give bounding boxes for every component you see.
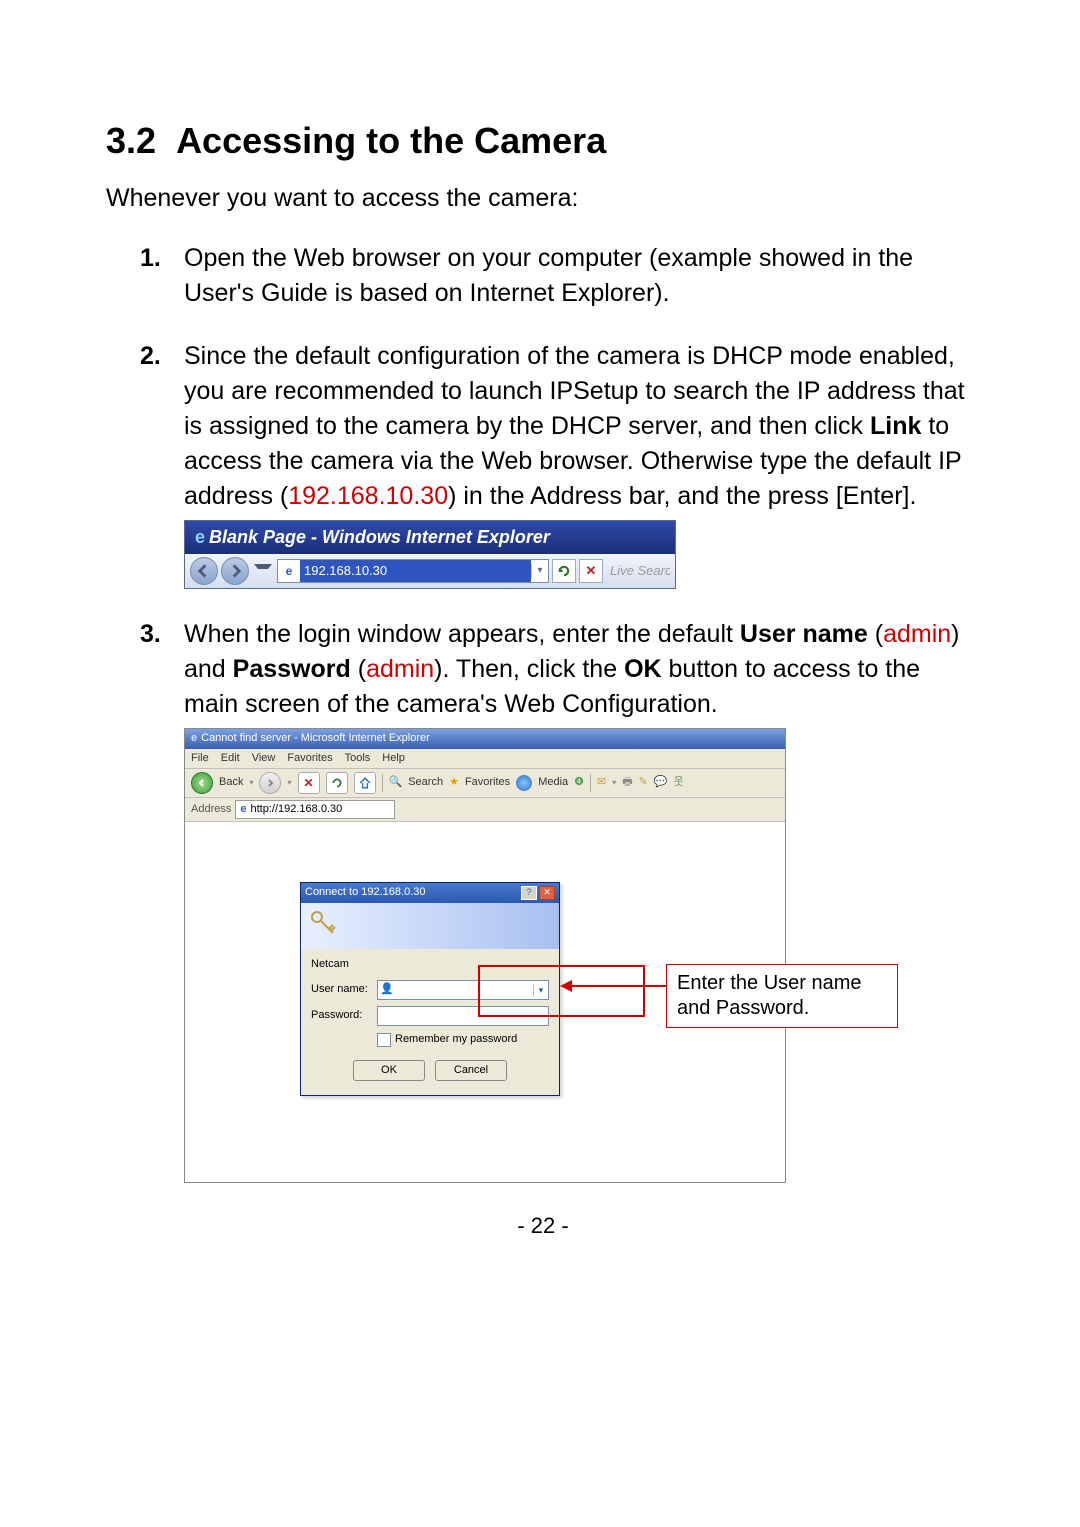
ie6-toolbar: Back ▾ ▾ ✕ 🔍 bbox=[185, 769, 785, 798]
person-icon: 👤 bbox=[378, 982, 396, 997]
ie-address-bar-screenshot: eBlank Page - Windows Internet Explorer … bbox=[184, 520, 676, 589]
login-dialog: Connect to 192.168.0.30 ? ✕ bbox=[300, 882, 560, 1096]
username-dropdown-icon[interactable]: ▾ bbox=[533, 984, 548, 997]
search-icon[interactable]: 🔍 bbox=[389, 775, 403, 790]
messenger-icon[interactable]: 웃 bbox=[674, 775, 684, 790]
page-number: - 22 - bbox=[106, 1213, 980, 1239]
step-2: 2.Since the default configuration of the… bbox=[178, 339, 980, 589]
password-input[interactable] bbox=[377, 1006, 549, 1026]
home-button[interactable] bbox=[354, 772, 376, 794]
login-dialog-title-bar: Connect to 192.168.0.30 ? ✕ bbox=[301, 883, 559, 902]
ie-logo-icon: e bbox=[195, 527, 205, 547]
menu-favorites[interactable]: Favorites bbox=[287, 751, 332, 766]
ie6-address-field[interactable]: e http://192.168.0.30 bbox=[235, 800, 395, 819]
address-dropdown-icon[interactable]: ▾ bbox=[531, 564, 548, 578]
forward-button[interactable] bbox=[259, 772, 281, 794]
step-1: 1.Open the Web browser on your computer … bbox=[178, 241, 980, 311]
address-value: 192.168.10.30 bbox=[300, 560, 531, 582]
ie6-title-bar: e Cannot find server - Microsoft Interne… bbox=[185, 729, 785, 748]
menu-tools[interactable]: Tools bbox=[345, 751, 371, 766]
favorites-icon[interactable]: ★ bbox=[449, 775, 459, 790]
username-label: User name: bbox=[311, 982, 371, 997]
arrow-line bbox=[572, 985, 666, 987]
menu-view[interactable]: View bbox=[252, 751, 276, 766]
ie-logo-icon: e bbox=[191, 731, 197, 746]
address-label: Address bbox=[191, 802, 231, 817]
history-icon[interactable]: ❹ bbox=[574, 775, 584, 790]
back-button[interactable] bbox=[190, 557, 218, 585]
forward-button[interactable] bbox=[221, 557, 249, 585]
remember-checkbox[interactable] bbox=[377, 1033, 391, 1047]
toolbar-search-label[interactable]: Search bbox=[408, 775, 443, 790]
refresh-button[interactable] bbox=[326, 772, 348, 794]
username-input[interactable]: 👤 ▾ bbox=[377, 980, 549, 1000]
help-button[interactable]: ? bbox=[521, 886, 537, 900]
stop-button[interactable]: ✕ bbox=[579, 559, 603, 583]
arrow-head-icon bbox=[560, 980, 572, 992]
refresh-go-button[interactable] bbox=[552, 559, 576, 583]
toolbar-favorites-label[interactable]: Favorites bbox=[465, 775, 510, 790]
ok-button[interactable]: OK bbox=[353, 1060, 425, 1081]
toolbar-media-label[interactable]: Media bbox=[538, 775, 568, 790]
page-icon: e bbox=[240, 802, 246, 817]
page-icon: e bbox=[278, 563, 300, 580]
remember-label: Remember my password bbox=[395, 1032, 517, 1047]
discuss-icon[interactable]: 💬 bbox=[654, 775, 668, 790]
step-3: 3.When the login window appears, enter t… bbox=[178, 617, 980, 1183]
section-heading: 3.2 Accessing to the Camera bbox=[106, 120, 980, 162]
menu-help[interactable]: Help bbox=[382, 751, 405, 766]
login-realm: Netcam bbox=[311, 957, 549, 972]
address-field[interactable]: e 192.168.10.30 ▾ bbox=[277, 559, 549, 583]
stop-button[interactable]: ✕ bbox=[298, 772, 320, 794]
mail-icon[interactable]: ✉ bbox=[597, 775, 606, 790]
back-button[interactable] bbox=[191, 772, 213, 794]
media-icon[interactable] bbox=[516, 775, 532, 791]
ie-title-bar: eBlank Page - Windows Internet Explorer bbox=[185, 521, 675, 554]
ie6-menu-bar[interactable]: File Edit View Favorites Tools Help bbox=[185, 749, 785, 769]
keys-icon bbox=[307, 907, 339, 944]
print-icon[interactable]: 🖶 bbox=[622, 775, 632, 790]
back-label[interactable]: Back bbox=[219, 775, 243, 790]
menu-file[interactable]: File bbox=[191, 751, 209, 766]
nav-history-dropdown-icon[interactable] bbox=[254, 564, 272, 579]
menu-edit[interactable]: Edit bbox=[221, 751, 240, 766]
search-box-placeholder[interactable]: Live Search bbox=[606, 562, 670, 580]
ie6-address-value: http://192.168.0.30 bbox=[250, 802, 342, 817]
ie6-login-screenshot: e Cannot find server - Microsoft Interne… bbox=[184, 728, 786, 1183]
callout-box: Enter the User name and Password. bbox=[666, 964, 898, 1028]
intro-text: Whenever you want to access the camera: bbox=[106, 184, 980, 213]
password-label: Password: bbox=[311, 1008, 371, 1023]
edit-icon[interactable]: ✎ bbox=[639, 775, 648, 790]
cancel-button[interactable]: Cancel bbox=[435, 1060, 507, 1081]
close-button[interactable]: ✕ bbox=[539, 886, 555, 900]
ie6-address-bar: Address e http://192.168.0.30 bbox=[185, 798, 785, 822]
